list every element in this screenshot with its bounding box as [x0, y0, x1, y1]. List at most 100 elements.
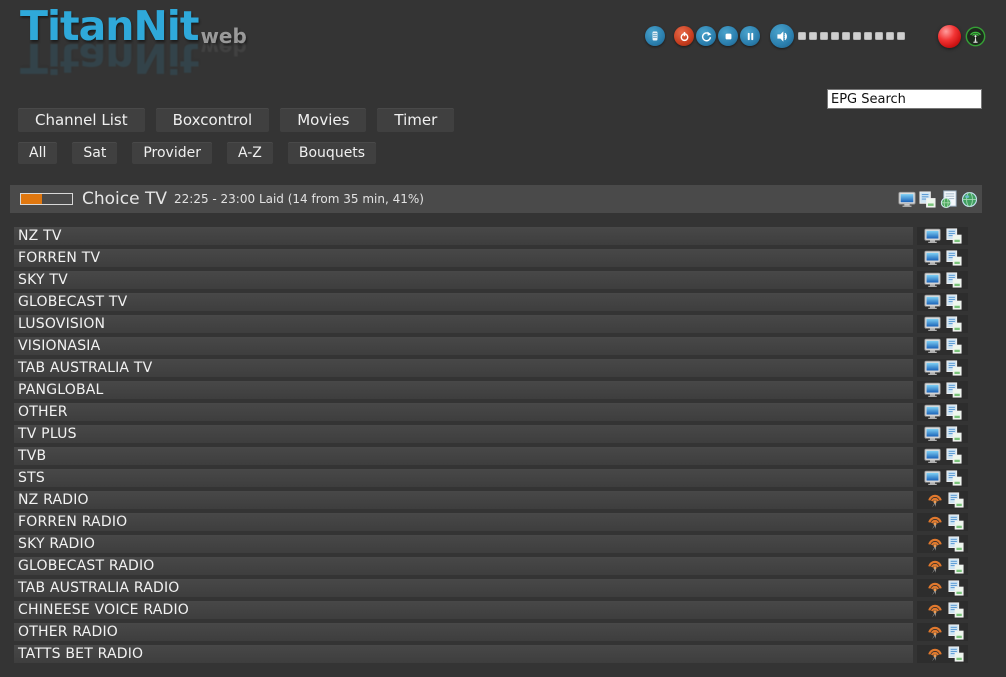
- tv-screen-icon[interactable]: [924, 272, 941, 288]
- epg-search-input[interactable]: [827, 89, 982, 109]
- pages-icon[interactable]: [948, 558, 964, 574]
- remote-button[interactable]: [645, 26, 665, 46]
- volume-block[interactable]: [842, 32, 850, 40]
- pages-icon[interactable]: [948, 602, 964, 618]
- filter-all[interactable]: All: [18, 142, 57, 164]
- stream-button[interactable]: [965, 26, 986, 47]
- nav-timer[interactable]: Timer: [377, 108, 454, 132]
- stop-icon: [722, 30, 735, 43]
- pages-icon[interactable]: [946, 470, 962, 486]
- pages-icon[interactable]: [946, 228, 962, 244]
- channel-row: NZ RADIO: [14, 491, 968, 509]
- channel-name[interactable]: FORREN RADIO: [14, 513, 913, 531]
- globe-icon[interactable]: [961, 191, 978, 208]
- pages-icon[interactable]: [946, 448, 962, 464]
- channel-name[interactable]: GLOBECAST TV: [14, 293, 913, 311]
- radio-broadcast-icon[interactable]: [927, 580, 943, 596]
- channel-name[interactable]: LUSOVISION: [14, 315, 913, 333]
- volume-block[interactable]: [875, 32, 883, 40]
- channel-name[interactable]: TVB: [14, 447, 913, 465]
- tv-screen-icon[interactable]: [924, 448, 941, 464]
- channel-row: TATTS BET RADIO: [14, 645, 968, 663]
- tv-screen-icon[interactable]: [924, 426, 941, 442]
- pages-icon[interactable]: [948, 580, 964, 596]
- radio-broadcast-icon[interactable]: [927, 536, 943, 552]
- volume-block[interactable]: [853, 32, 861, 40]
- tv-screen-icon[interactable]: [924, 382, 941, 398]
- channel-name[interactable]: NZ RADIO: [14, 491, 913, 509]
- mute-button[interactable]: [770, 24, 794, 48]
- channel-row: FORREN RADIO: [14, 513, 968, 531]
- radio-broadcast-icon[interactable]: [927, 646, 943, 662]
- channel-row: GLOBECAST TV: [14, 293, 968, 311]
- pages-icon[interactable]: [948, 492, 964, 508]
- webpage-globe-icon[interactable]: [939, 190, 958, 209]
- channel-name[interactable]: SKY TV: [14, 271, 913, 289]
- filter-provider[interactable]: Provider: [132, 142, 212, 164]
- stop-button[interactable]: [718, 26, 738, 46]
- channel-row: OTHER RADIO: [14, 623, 968, 641]
- tv-screen-icon[interactable]: [924, 250, 941, 266]
- channel-name[interactable]: STS: [14, 469, 913, 487]
- pages-icon[interactable]: [946, 426, 962, 442]
- tv-screen-icon[interactable]: [898, 191, 916, 208]
- channel-actions: [917, 557, 968, 575]
- pages-icon[interactable]: [946, 316, 962, 332]
- channel-name[interactable]: TAB AUSTRALIA RADIO: [14, 579, 913, 597]
- power-button[interactable]: [674, 26, 694, 46]
- pages-icon[interactable]: [948, 624, 964, 640]
- channel-name[interactable]: SKY RADIO: [14, 535, 913, 553]
- back-button[interactable]: [696, 26, 716, 46]
- tv-screen-icon[interactable]: [924, 316, 941, 332]
- volume-block[interactable]: [886, 32, 894, 40]
- channel-name[interactable]: TAB AUSTRALIA TV: [14, 359, 913, 377]
- channel-name[interactable]: NZ TV: [14, 227, 913, 245]
- nav-boxcontrol[interactable]: Boxcontrol: [156, 108, 270, 132]
- pages-icon[interactable]: [946, 404, 962, 420]
- pages-icon[interactable]: [946, 360, 962, 376]
- tv-screen-icon[interactable]: [924, 470, 941, 486]
- channel-name[interactable]: FORREN TV: [14, 249, 913, 267]
- volume-block[interactable]: [831, 32, 839, 40]
- channel-name[interactable]: CHINEESE VOICE RADIO: [14, 601, 913, 619]
- tv-screen-icon[interactable]: [924, 228, 941, 244]
- nav-movies[interactable]: Movies: [280, 108, 366, 132]
- tv-screen-icon[interactable]: [924, 294, 941, 310]
- channel-name[interactable]: TATTS BET RADIO: [14, 645, 913, 663]
- nav-channel-list[interactable]: Channel List: [18, 108, 145, 132]
- pages-icon[interactable]: [948, 514, 964, 530]
- volume-block[interactable]: [897, 32, 905, 40]
- tv-screen-icon[interactable]: [924, 338, 941, 354]
- pages-icon[interactable]: [948, 536, 964, 552]
- channel-name[interactable]: OTHER: [14, 403, 913, 421]
- power-icon: [678, 30, 691, 43]
- channel-row: SKY TV: [14, 271, 968, 289]
- radio-broadcast-icon[interactable]: [927, 558, 943, 574]
- tv-screen-icon[interactable]: [924, 360, 941, 376]
- channel-name[interactable]: OTHER RADIO: [14, 623, 913, 641]
- filter-sat[interactable]: Sat: [72, 142, 117, 164]
- channel-name[interactable]: TV PLUS: [14, 425, 913, 443]
- channel-name[interactable]: GLOBECAST RADIO: [14, 557, 913, 575]
- pages-icon[interactable]: [946, 294, 962, 310]
- radio-broadcast-icon[interactable]: [927, 602, 943, 618]
- pages-icon[interactable]: [946, 272, 962, 288]
- pages-icon[interactable]: [919, 191, 936, 208]
- radio-broadcast-icon[interactable]: [927, 514, 943, 530]
- volume-block[interactable]: [864, 32, 872, 40]
- volume-block[interactable]: [798, 32, 806, 40]
- radio-broadcast-icon[interactable]: [927, 492, 943, 508]
- volume-block[interactable]: [809, 32, 817, 40]
- channel-name[interactable]: VISIONASIA: [14, 337, 913, 355]
- pages-icon[interactable]: [946, 250, 962, 266]
- pages-icon[interactable]: [948, 646, 964, 662]
- volume-block[interactable]: [820, 32, 828, 40]
- pages-icon[interactable]: [946, 382, 962, 398]
- tv-screen-icon[interactable]: [924, 404, 941, 420]
- channel-name[interactable]: PANGLOBAL: [14, 381, 913, 399]
- pages-icon[interactable]: [946, 338, 962, 354]
- pause-button[interactable]: [740, 26, 760, 46]
- filter-az[interactable]: A-Z: [227, 142, 273, 164]
- filter-bouquets[interactable]: Bouquets: [288, 142, 376, 164]
- radio-broadcast-icon[interactable]: [927, 624, 943, 640]
